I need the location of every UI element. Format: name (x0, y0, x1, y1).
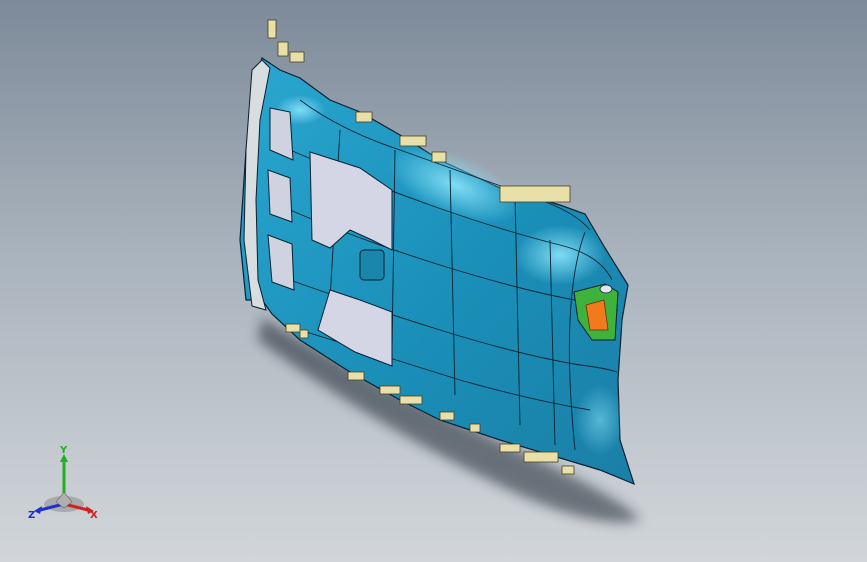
3d-viewport[interactable]: Y X Z (0, 0, 867, 562)
surface-glare (515, 225, 605, 285)
dome-light-recess (359, 249, 385, 281)
coordinate-triad: Y X Z (26, 445, 106, 526)
surface-glare (575, 385, 625, 455)
headliner-model[interactable] (0, 0, 867, 562)
handle-hole (599, 284, 613, 294)
cutout-side-2 (267, 169, 293, 223)
cutout-side-3 (267, 234, 295, 291)
x-axis-label: X (90, 510, 98, 521)
z-axis-label: Z (28, 510, 35, 521)
y-axis-label: Y (59, 446, 68, 456)
grab-handle-insert (585, 299, 609, 331)
